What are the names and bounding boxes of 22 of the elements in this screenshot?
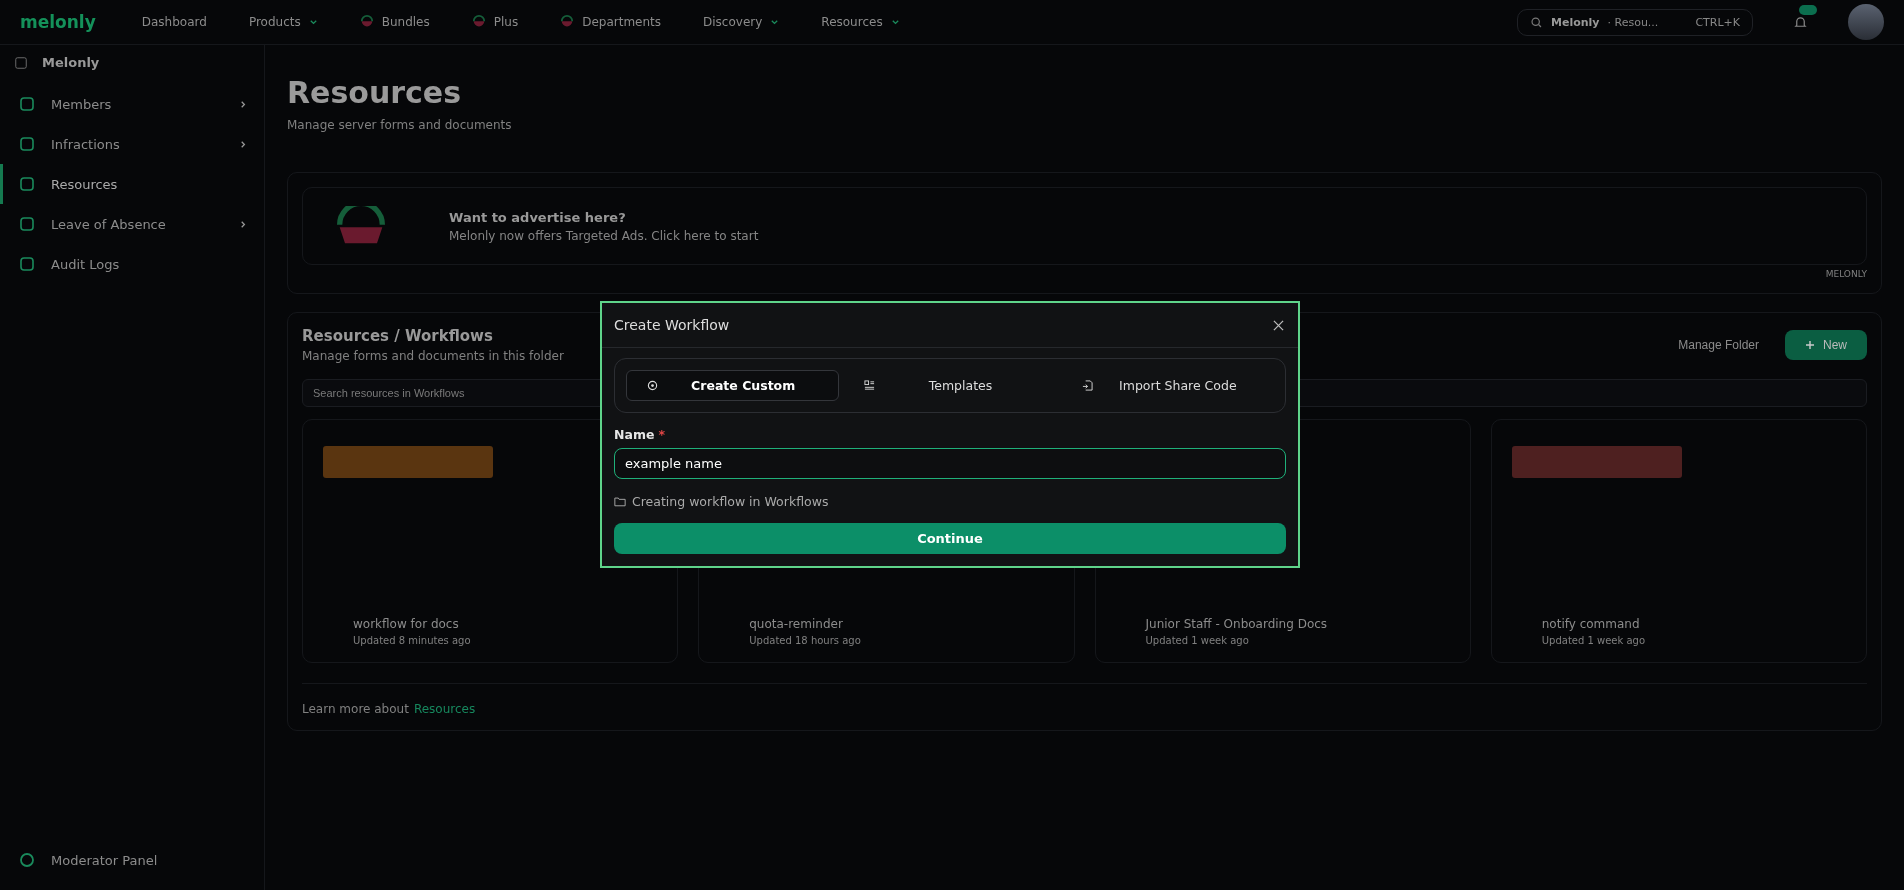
learn-more-text: Learn more about [302,702,409,716]
page-title: Resources [287,75,463,110]
ad-text: Melonly now offers Targeted Ads. Click here to start [449,228,759,243]
updated-time: Updated 1 week ago [1540,635,1647,646]
ad-tag: MELONLY [1825,269,1867,279]
workflow-name: notify command [1540,617,1641,631]
required-mark: * [658,427,665,442]
workflow-name: Junior Staff - Onboarding Docs [1144,617,1329,631]
dialog-title: Create Workflow [614,317,730,333]
field-label: Name [614,427,655,442]
ad-title: Want to advertise here? [449,209,627,225]
page-subtitle: Manage server forms and documents [287,118,513,132]
workflow-name: workflow for docs [352,617,460,631]
updated-time: Updated 18 hours ago [748,635,862,646]
updated-time: Updated 8 minutes ago [352,635,472,646]
page-name: · Resou... [1607,15,1659,29]
updated-time: Updated 1 week ago [1144,635,1250,646]
shortcut-hint: CTRL+K [1695,15,1740,29]
folder-path: Resources / Workflows [302,327,494,345]
server-name: Melonly [1551,15,1600,29]
folder-subtitle: Manage forms and documents in this folder [302,349,565,363]
workflow-name: quota-reminder [748,617,844,631]
